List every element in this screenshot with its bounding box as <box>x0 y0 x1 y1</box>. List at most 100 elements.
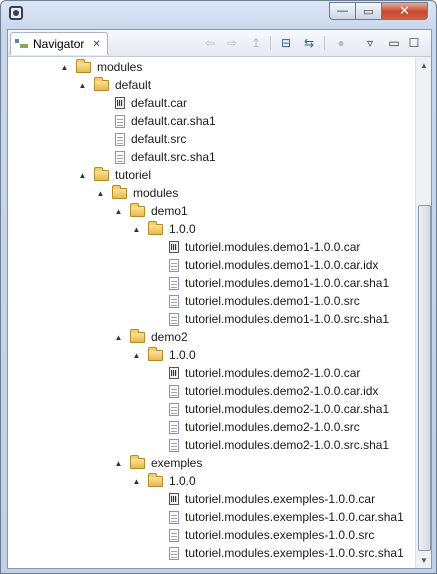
tree-file-item[interactable]: default.src <box>112 130 186 148</box>
view-maximize-icon[interactable]: ☐ <box>406 35 422 51</box>
folder-icon <box>148 220 163 235</box>
text-file-icon <box>169 510 179 524</box>
tree-item-label: exemples <box>151 456 203 470</box>
forward-icon[interactable]: ⇨ <box>224 35 240 51</box>
expand-toggle-icon[interactable]: ▲ <box>132 477 141 486</box>
tree-item-label: tutoriel.modules.demo2-1.0.0.car.sha1 <box>185 402 390 416</box>
expand-toggle-icon[interactable]: ▲ <box>114 459 123 468</box>
tree-folder-item[interactable]: ▲ modules <box>60 58 142 76</box>
navigator-icon <box>15 38 29 50</box>
tree-folder-item[interactable]: ▲ 1.0.0 <box>132 220 196 238</box>
scroll-down-icon[interactable]: ▼ <box>416 552 432 568</box>
tree-file-item[interactable]: tutoriel.modules.demo2-1.0.0.car <box>166 364 360 382</box>
scrollbar-thumb[interactable] <box>418 205 431 551</box>
vertical-scrollbar[interactable]: ▲ ▼ <box>415 57 431 568</box>
expand-toggle-icon[interactable]: ▲ <box>78 81 87 90</box>
tree-file-item[interactable]: tutoriel.modules.exemples-1.0.0.src <box>166 526 374 544</box>
text-file-icon <box>169 420 179 434</box>
expand-toggle-icon[interactable]: ▲ <box>60 63 69 72</box>
tree-item-label: 1.0.0 <box>169 474 196 488</box>
toolbar-separator <box>270 36 271 50</box>
text-file-icon <box>115 114 125 128</box>
tree-item-label: default.src.sha1 <box>131 150 216 164</box>
tree-item-label: default <box>115 78 152 92</box>
tree-item-label: tutoriel <box>115 168 152 182</box>
folder-icon <box>94 76 109 91</box>
expand-toggle-icon[interactable]: ▲ <box>114 207 123 216</box>
tree-item-label: tutoriel.modules.exemples-1.0.0.src.sha1 <box>185 546 404 560</box>
view-minimize-icon[interactable]: ▭ <box>386 35 402 51</box>
archive-file-icon <box>169 493 179 505</box>
tree-item-label: modules <box>133 186 179 200</box>
tree-folder-item[interactable]: ▲ modules <box>96 184 178 202</box>
tree-item-label: tutoriel.modules.demo2-1.0.0.src.sha1 <box>185 438 390 452</box>
tree-item-label: tutoriel.modules.demo1-1.0.0.src <box>185 294 360 308</box>
link-with-editor-icon[interactable]: ⇆ <box>301 35 317 51</box>
tree-folder-item[interactable]: ▲ demo1 <box>114 202 188 220</box>
tree-file-item[interactable]: tutoriel.modules.demo1-1.0.0.src <box>166 292 360 310</box>
expand-toggle-icon[interactable]: ▲ <box>132 351 141 360</box>
text-file-icon <box>169 312 179 326</box>
expand-toggle-icon[interactable]: ▲ <box>78 171 87 180</box>
tree-file-item[interactable]: tutoriel.modules.demo2-1.0.0.src.sha1 <box>166 436 389 454</box>
tree-folder-item[interactable]: ▲ exemples <box>114 454 202 472</box>
tree-file-item[interactable]: tutoriel.modules.demo1-1.0.0.car.sha1 <box>166 274 389 292</box>
view-menu-icon[interactable]: ▿ <box>362 35 378 51</box>
tree-folder-item[interactable]: ▲ default <box>78 76 151 94</box>
tree-item-label: tutoriel.modules.exemples-1.0.0.car.sha1 <box>185 510 404 524</box>
text-file-icon <box>169 384 179 398</box>
tree-folder-item[interactable]: ▲ tutoriel <box>78 166 151 184</box>
tab-label: Navigator <box>33 37 85 51</box>
minimize-button[interactable]: — <box>329 2 356 20</box>
text-file-icon <box>169 528 179 542</box>
expand-toggle-icon[interactable]: ▲ <box>96 189 105 198</box>
collapse-all-icon[interactable]: ⊟ <box>278 35 294 51</box>
text-file-icon <box>169 402 179 416</box>
tree-file-item[interactable]: default.car.sha1 <box>112 112 216 130</box>
tree-item-label: 1.0.0 <box>169 222 196 236</box>
tree-item-label: 1.0.0 <box>169 348 196 362</box>
tab-close-icon[interactable]: ✕ <box>92 39 100 50</box>
navigator-window: — ▭ ✕ Navigator ✕ ⇦ ⇨ ↥ ⊟ ⇆ ● ▿ ▭ ☐ ▲ mod… <box>0 0 437 574</box>
tree-file-item[interactable]: tutoriel.modules.demo1-1.0.0.src.sha1 <box>166 310 389 328</box>
resource-tree[interactable]: ▲ modules ▲ default default.car default.car.s… <box>8 57 415 568</box>
tree-file-item[interactable]: tutoriel.modules.exemples-1.0.0.car.sha1 <box>166 508 404 526</box>
archive-file-icon <box>169 367 179 379</box>
tree-item-label: tutoriel.modules.demo2-1.0.0.car.idx <box>185 384 379 398</box>
tree-item-label: tutoriel.modules.exemples-1.0.0.src <box>185 528 375 542</box>
folder-icon <box>112 184 127 199</box>
folder-icon <box>76 58 91 73</box>
tree-item-label: tutoriel.modules.demo1-1.0.0.car.idx <box>185 258 379 272</box>
tree-file-item[interactable]: default.src.sha1 <box>112 148 216 166</box>
tree-file-item[interactable]: tutoriel.modules.demo2-1.0.0.car.idx <box>166 382 378 400</box>
close-button[interactable]: ✕ <box>382 2 428 20</box>
tree-folder-item[interactable]: ▲ demo2 <box>114 328 188 346</box>
tree-item-label: default.src <box>131 132 187 146</box>
maximize-button[interactable]: ▭ <box>356 2 382 20</box>
tab-navigator[interactable]: Navigator ✕ <box>10 32 108 55</box>
expand-toggle-icon[interactable]: ▲ <box>132 225 141 234</box>
scroll-up-icon[interactable]: ▲ <box>416 57 432 73</box>
tree-file-item[interactable]: default.car <box>112 94 187 112</box>
app-icon[interactable] <box>9 6 23 20</box>
tree-folder-item[interactable]: ▲ 1.0.0 <box>132 472 196 490</box>
tree-item-label: tutoriel.modules.demo2-1.0.0.car <box>185 366 361 380</box>
tree-item-label: modules <box>97 60 143 74</box>
tree-file-item[interactable]: tutoriel.modules.demo2-1.0.0.car.sha1 <box>166 400 389 418</box>
title-bar[interactable]: — ▭ ✕ <box>1 1 437 27</box>
folder-icon <box>148 472 163 487</box>
tree-file-item[interactable]: tutoriel.modules.demo2-1.0.0.src <box>166 418 360 436</box>
archive-file-icon <box>169 241 179 253</box>
tree-file-item[interactable]: tutoriel.modules.demo1-1.0.0.car <box>166 238 360 256</box>
tree-file-item[interactable]: tutoriel.modules.exemples-1.0.0.src.sha1 <box>166 544 404 562</box>
expand-toggle-icon[interactable]: ▲ <box>114 333 123 342</box>
go-up-icon[interactable]: ↥ <box>248 35 264 51</box>
tree-file-item[interactable]: tutoriel.modules.exemples-1.0.0.car <box>166 490 375 508</box>
folder-icon <box>148 346 163 361</box>
back-icon[interactable]: ⇦ <box>202 35 218 51</box>
text-file-icon <box>169 276 179 290</box>
tree-folder-item[interactable]: ▲ 1.0.0 <box>132 346 196 364</box>
tree-file-item[interactable]: tutoriel.modules.demo1-1.0.0.car.idx <box>166 256 378 274</box>
folder-icon <box>130 328 145 343</box>
working-sets-icon[interactable]: ● <box>333 35 349 51</box>
